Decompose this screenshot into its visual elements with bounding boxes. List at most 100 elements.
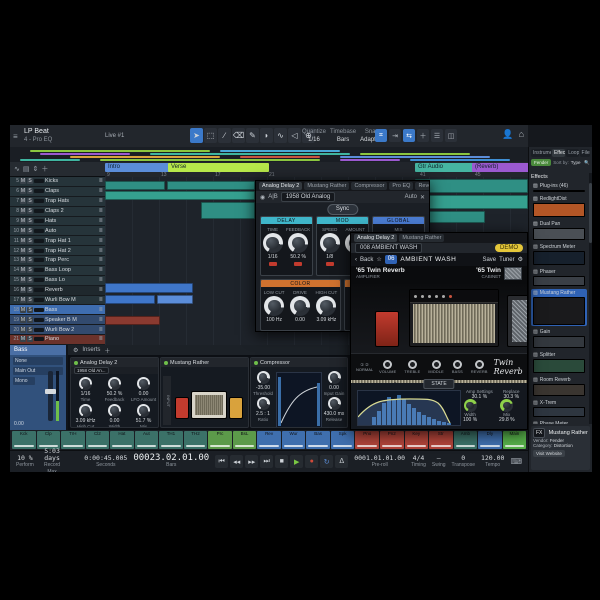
time-signature[interactable]: 4/4 Timing [411,454,426,469]
expand-icon[interactable]: ⇕ [33,165,39,173]
solo-button[interactable]: S [27,287,33,294]
knob[interactable] [290,296,310,316]
device-preset[interactable]: 1958 Old An... [74,367,109,374]
track-row[interactable]: 19 M S Speaker B M ≣ [10,315,105,326]
mute-button[interactable]: M [20,306,26,313]
transport-button[interactable]: ↻ [320,455,334,468]
mini-yellow-pedal[interactable] [229,397,243,419]
quantize-dropdown[interactable]: Quantize 1/16 [302,128,326,144]
mix-knob[interactable] [500,399,514,412]
timebase-dropdown[interactable]: Timebase Bars [330,128,356,144]
mixer-channel[interactable]: Kck [12,431,36,449]
plugin-tab[interactable]: Mustang Rather [399,234,445,242]
transport-button[interactable]: ◂◂ [230,455,244,468]
knob[interactable] [327,397,341,410]
mixer-fader-tick[interactable] [406,445,427,447]
browser-tab[interactable]: Effects [551,149,566,157]
knob[interactable] [79,404,92,417]
audio-device-label[interactable]: Live #1 [105,133,124,139]
knob[interactable] [319,233,340,253]
plugin-tab[interactable]: Analog Delay 2 [259,182,303,190]
amp-knob[interactable] [452,360,462,369]
track-instrument-icon[interactable]: ≣ [99,238,103,244]
width-knob[interactable] [463,399,477,412]
mute-button[interactable]: M [20,247,26,254]
mixer-fader-tick[interactable] [259,445,279,447]
mute-button[interactable]: M [20,227,26,234]
browser-scrollbar[interactable] [589,173,592,424]
mute-button[interactable]: M [20,257,26,264]
mixer-channel[interactable]: TrH [61,431,85,449]
mixer-fader-tick[interactable] [185,445,206,447]
audio-clip[interactable] [105,191,255,200]
browser-item[interactable]: ▧ Splitter [531,351,587,374]
audio-clip[interactable] [105,295,155,304]
solo-button[interactable]: S [27,316,33,323]
user-icon[interactable]: 👤 [502,129,513,140]
mute-button[interactable]: M [20,217,26,224]
track-row[interactable]: 6 M S Claps ≣ [10,186,105,197]
tool-button[interactable]: ⬚ [204,128,217,143]
visit-website-button[interactable]: Visit Website [533,450,565,457]
mixer-fader-tick[interactable] [112,445,132,447]
mixer-fader-tick[interactable] [308,445,328,447]
knob[interactable] [256,371,270,384]
track-instrument-icon[interactable]: ≣ [99,277,103,283]
knob[interactable] [108,377,121,390]
mixer-fader-tick[interactable] [431,445,451,447]
bypass-icon[interactable]: ◉ [260,194,265,201]
arranger-section[interactable]: (Reverb) [472,163,528,172]
solo-button[interactable]: S [27,277,33,284]
tool-button[interactable]: ➤ [190,128,203,143]
mixer-fader-tick[interactable] [14,445,34,447]
channel-name[interactable]: Bass [10,345,66,355]
mixer-fader-tick[interactable] [87,445,108,447]
preset-selector[interactable]: 008 AMBIENT WASH [355,243,423,253]
autoscroll-toggle[interactable]: ⇥ [389,129,401,142]
arranger-section[interactable]: Verse [168,163,269,172]
solo-button[interactable]: S [27,198,33,205]
mixer-channel[interactable]: Rev [257,431,281,449]
solo-button[interactable]: S [27,267,33,274]
solo-button[interactable]: S [27,217,33,224]
audio-clip[interactable] [415,179,528,193]
amp-knob[interactable] [431,360,441,369]
sort-value[interactable]: Type [571,160,581,165]
mute-button[interactable]: M [20,267,26,274]
led-button[interactable] [268,262,277,266]
back-label[interactable]: Back [360,257,373,263]
snap-toggle[interactable]: ⌗ [375,129,387,142]
crossfade-toggle[interactable]: ＋ [417,129,429,142]
mute-button[interactable]: M [20,296,26,303]
plugin-tab[interactable]: Mustang Rather [304,182,350,190]
back-chevron-icon[interactable]: ‹ [355,257,357,263]
cabinet-slot[interactable]: '65 Twin CABINET [476,267,522,283]
solo-button[interactable]: S [27,237,33,244]
track-height-toggle[interactable]: ☰ [431,129,443,142]
track-row[interactable]: 11 M S Trap Hat 1 ≣ [10,236,105,247]
tool-button[interactable]: ⌫ [232,128,245,143]
track-row[interactable]: 16 M S Reverb ≣ [10,285,105,296]
mixer-fader-tick[interactable] [210,445,230,447]
tool-button[interactable]: ◗ [260,128,273,143]
audio-clip[interactable] [105,316,160,325]
add-insert-icon[interactable]: ＋ [104,346,110,355]
plugin-tab[interactable]: Reverb [415,182,429,190]
sync-button[interactable]: Sync [326,204,359,215]
mixer-channel[interactable]: TH1 [159,431,183,449]
mute-button[interactable]: M [20,188,26,195]
mixer-fader-tick[interactable] [357,445,377,447]
keyboard-icon[interactable]: ⌨ [510,457,522,466]
track-row[interactable]: 21 M S Piano ≣ [10,335,105,345]
solo-button[interactable]: S [27,326,33,333]
preset-selector[interactable]: 1958 Old Analog [280,192,336,202]
track-row[interactable]: 15 M S Bass Lo ≣ [10,275,105,286]
track-instrument-icon[interactable]: ≣ [99,267,103,273]
browser-item[interactable]: ▧ Phase Meter [531,420,587,424]
mute-button[interactable]: M [20,277,26,284]
knob[interactable] [256,397,270,410]
knob[interactable] [137,377,150,390]
mixer-channel[interactable]: Pn2 [379,431,404,449]
mixer-channel[interactable]: Cl2 [85,431,110,449]
gear-icon[interactable]: ⚙ [518,256,523,263]
